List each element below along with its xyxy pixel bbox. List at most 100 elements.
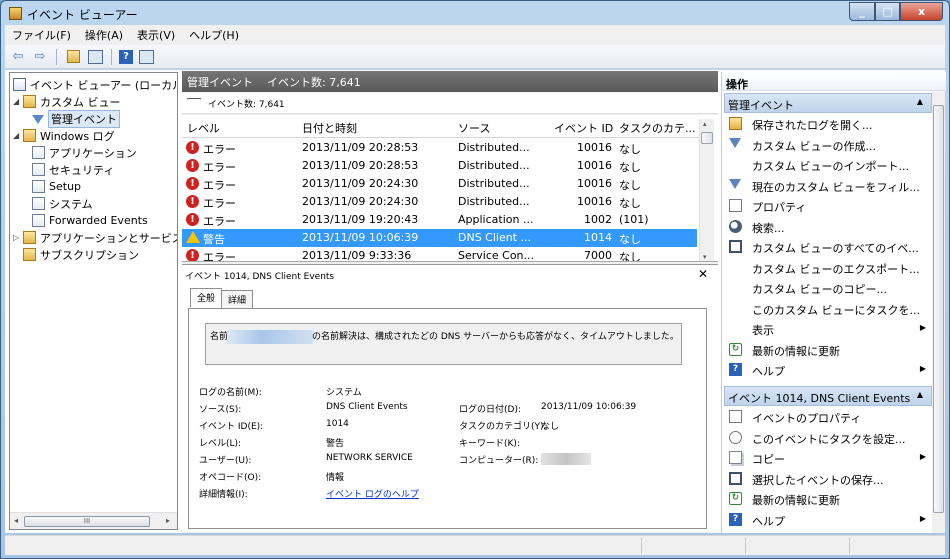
table-row[interactable]: ! エラー 2013/11/09 20:24:30 Distributed... 100…: [182, 175, 697, 193]
action-item[interactable]: 保存されたログを開く...: [724, 114, 932, 134]
tree-item-subscriptions[interactable]: サブスクリプション: [23, 246, 139, 263]
event-log-help-link[interactable]: イベント ログのヘルプ: [326, 487, 419, 500]
action-item[interactable]: カスタム ビューのすべてのイベ...: [724, 237, 932, 257]
cell-datetime: 2013/11/09 20:24:30: [302, 177, 419, 190]
action-item[interactable]: ? ヘルプ ▶: [724, 360, 932, 380]
tree-item-windows-logs[interactable]: ◢ Windows ログ: [13, 127, 115, 144]
cell-datetime: 2013/11/09 9:33:36: [302, 249, 412, 262]
close-button[interactable]: x: [900, 2, 943, 21]
tree-item-label: カスタム ビュー: [40, 95, 121, 109]
collapse-icon[interactable]: ◢: [13, 97, 23, 106]
action-item[interactable]: コピー ▶: [724, 448, 932, 468]
action-item[interactable]: 選択したイベントの保存...: [724, 469, 932, 489]
title-bar[interactable]: イベント ビューアー _ □ x: [1, 1, 949, 25]
tree-item-root[interactable]: イベント ビューアー (ローカル: [13, 76, 177, 93]
cell-event-id: 10016: [577, 141, 612, 154]
maximize-button[interactable]: □: [875, 2, 900, 21]
action-item[interactable]: プロパティ: [724, 196, 932, 216]
show-hide-tree-icon[interactable]: [86, 48, 104, 66]
scroll-down-arrow[interactable]: ▾: [703, 253, 707, 261]
table-row[interactable]: ! エラー 2013/11/09 20:28:53 Distributed... 100…: [182, 157, 697, 175]
back-icon[interactable]: ⇦: [9, 48, 27, 66]
action-item[interactable]: このカスタム ビューにタスクを...: [724, 299, 932, 319]
action-item[interactable]: ? ヘルプ ▶: [724, 510, 932, 530]
minimize-button[interactable]: _: [849, 2, 875, 21]
action-item[interactable]: ↻ 最新の情報に更新: [724, 340, 932, 360]
action-item[interactable]: カスタム ビューの作成...: [724, 135, 932, 155]
tree-item-custom-views[interactable]: ◢ カスタム ビュー: [13, 93, 121, 110]
tree-item-application[interactable]: アプリケーション: [32, 144, 137, 161]
scroll-left-arrow[interactable]: ◂: [14, 516, 18, 525]
tree-item-applications-and-services[interactable]: ▷ アプリケーションとサービス: [13, 229, 177, 246]
toolbar-separator: [111, 48, 112, 65]
table-row[interactable]: ! エラー 2013/11/09 20:28:53 Distributed... 100…: [182, 139, 697, 157]
action-item[interactable]: 検索...: [724, 217, 932, 237]
folder-icon: [66, 50, 80, 63]
column-header-datetime[interactable]: 日付と時刻: [302, 120, 357, 136]
menu-view[interactable]: 表示(V): [130, 27, 182, 43]
actions-section-event[interactable]: イベント 1014, DNS Client Events ▲: [724, 386, 932, 406]
close-icon[interactable]: ✕: [698, 267, 708, 281]
action-item[interactable]: ↻ 最新の情報に更新: [724, 489, 932, 509]
scroll-thumb[interactable]: III: [24, 516, 150, 527]
action-item[interactable]: カスタム ビューのエクスポート...: [724, 258, 932, 278]
cell-task: なし: [619, 161, 641, 174]
grid-vertical-scrollbar[interactable]: ▴ ▾: [699, 119, 714, 261]
column-header-task-category[interactable]: タスクのカテ...: [619, 120, 697, 136]
action-label: イベントのプロパティ: [752, 412, 862, 425]
table-row[interactable]: ! エラー 2013/11/09 20:24:30 Distributed... 100…: [182, 193, 697, 211]
event-viewer-app-icon[interactable]: [9, 7, 22, 20]
column-header-level[interactable]: レベル: [187, 120, 220, 136]
navigation-tree[interactable]: イベント ビューアー (ローカル ◢ カスタム ビュー 管理イベント ◢ Win…: [9, 72, 178, 530]
cell-task: なし: [619, 251, 641, 262]
menu-help[interactable]: ヘルプ(H): [182, 27, 246, 43]
open-folder-icon[interactable]: [64, 48, 82, 66]
tree-item-setup[interactable]: Setup: [32, 178, 81, 195]
action-item[interactable]: カスタム ビューのコピー...: [724, 278, 932, 298]
scroll-up-arrow[interactable]: ▴: [703, 120, 707, 128]
action-item[interactable]: 現在のカスタム ビューをフィル...: [724, 176, 932, 196]
action-label: カスタム ビューのインポート...: [752, 160, 909, 173]
filter-text: イベント数: 7,641: [208, 99, 285, 110]
log-name-value: システム: [326, 388, 362, 398]
column-header-event-id[interactable]: イベント ID: [554, 120, 613, 136]
action-item[interactable]: イベントのプロパティ: [724, 407, 932, 427]
forward-icon[interactable]: ⇨: [31, 48, 49, 66]
tree-item-system[interactable]: システム: [32, 195, 93, 212]
tab-details[interactable]: 詳細: [221, 290, 254, 309]
action-item[interactable]: 表示 ▶: [724, 319, 932, 339]
scroll-right-arrow[interactable]: ▸: [166, 516, 170, 525]
collapse-icon[interactable]: ◢: [13, 131, 23, 140]
action-label: プロパティ: [752, 201, 807, 214]
tree-item-forwarded-events[interactable]: Forwarded Events: [32, 212, 148, 229]
collapse-icon[interactable]: ▲: [917, 390, 923, 399]
expand-icon[interactable]: ▷: [13, 233, 23, 242]
tree-item-label: システム: [49, 197, 93, 211]
tree-horizontal-scrollbar[interactable]: ◂ III ▸: [10, 512, 177, 529]
scroll-thumb[interactable]: [701, 132, 713, 144]
collapse-icon[interactable]: ▲: [917, 97, 923, 106]
actions-section-view[interactable]: 管理イベント ▲: [724, 93, 932, 113]
tab-general[interactable]: 全般: [190, 288, 223, 307]
column-header-source[interactable]: ソース: [458, 120, 490, 136]
general-tab-pane: 名前 の名前解決は、構成されたどの DNS サーバーからも応答がなく、タイムアウト…: [188, 308, 707, 529]
tree-item-security[interactable]: セキュリティ: [32, 161, 114, 178]
help-icon[interactable]: ?: [119, 49, 133, 64]
error-icon: !: [186, 195, 199, 208]
show-hide-action-pane-icon[interactable]: [137, 48, 155, 66]
menu-action[interactable]: 操作(A): [78, 27, 130, 43]
event-count: イベント数: 7,641: [267, 75, 361, 89]
table-row[interactable]: ! エラー 2013/11/09 19:20:43 Application ... 10…: [182, 211, 697, 229]
menu-file[interactable]: ファイル(F): [5, 27, 78, 43]
scroll-thumb[interactable]: [933, 105, 944, 513]
tree-item-administrative-events[interactable]: 管理イベント: [32, 109, 120, 128]
events-grid[interactable]: レベル 日付と時刻 ソース イベント ID タスクのカテ... ! エラー 2013…: [182, 115, 718, 262]
actions-vertical-scrollbar[interactable]: [932, 91, 945, 533]
action-item[interactable]: このイベントにタスクを設定...: [724, 428, 932, 448]
table-row[interactable]: ! エラー 2013/11/09 9:33:36 Service Con... 7000…: [182, 247, 697, 262]
table-row[interactable]: 警告 2013/11/09 10:06:39 DNS Client ... 1014 な…: [182, 229, 697, 247]
action-item[interactable]: カスタム ビューのインポート...: [724, 155, 932, 175]
window-controls: _ □ x: [849, 2, 943, 21]
level-value: 警告: [326, 439, 345, 449]
logged-label: ログの日付(D):: [459, 405, 521, 415]
